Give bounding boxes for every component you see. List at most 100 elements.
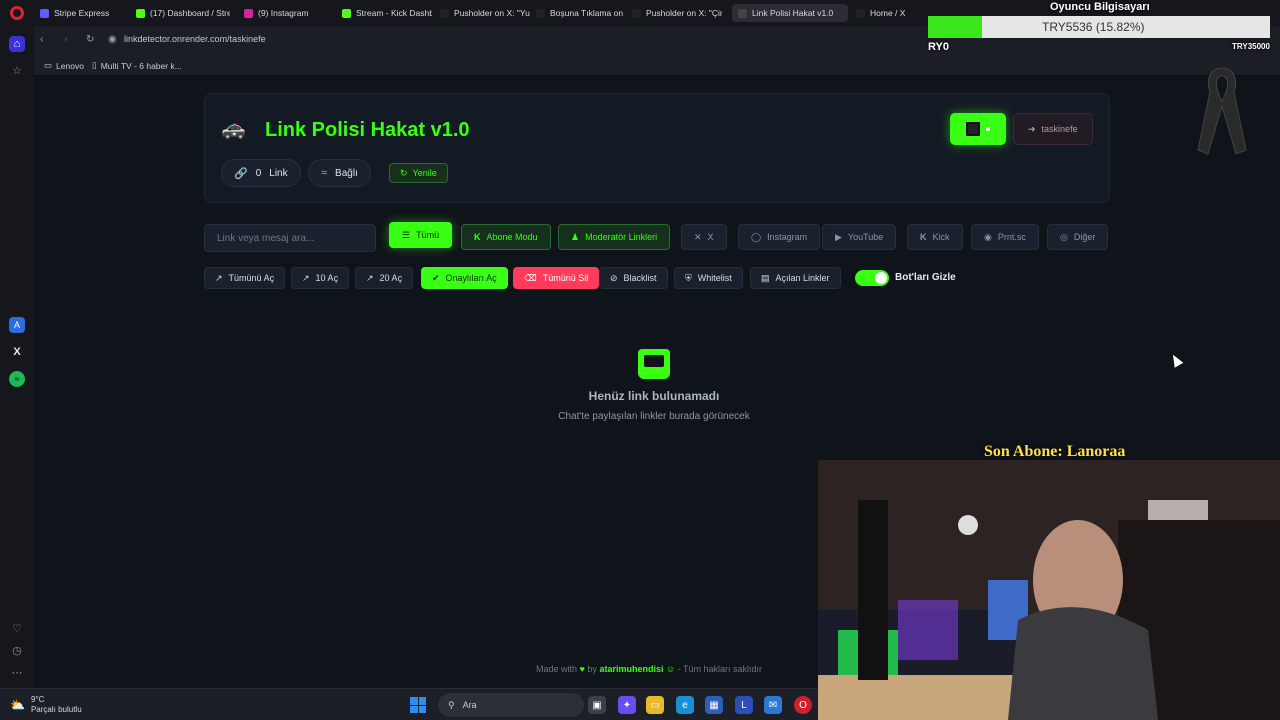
filter-instagram-button[interactable]: ◯ Instagram: [738, 224, 821, 250]
open-approved-button[interactable]: ✔ Onaylıları Aç: [421, 267, 508, 289]
forward-icon[interactable]: ›: [64, 34, 67, 45]
hide-bots-label: Bot'ları Gizle: [895, 272, 956, 283]
tab-label: Stream - Kick Dashbo: [356, 8, 432, 18]
opera-icon[interactable]: O: [794, 696, 812, 714]
bookmark-lenovo[interactable]: ▭ Lenovo: [44, 60, 84, 71]
weather-widget[interactable]: ⛅ 9°C Parçalı bulutlu: [10, 695, 82, 715]
tab-link-polisi[interactable]: Link Polisi Hakat v1.0: [732, 4, 848, 22]
action-label: Onaylıları Aç: [445, 273, 497, 283]
header-card: 🚓 Link Polisi Hakat v1.0 🔗 0 Link ≈ Bağl…: [204, 93, 1110, 203]
open-all-button[interactable]: ↗ Tümünü Aç: [204, 267, 286, 289]
instagram-icon: [244, 8, 253, 18]
open-20-button[interactable]: ↗ 20 Aç: [355, 267, 414, 289]
edge-icon[interactable]: e: [676, 696, 694, 714]
tab-x-bosuna[interactable]: Boşuna Tıklama on X: [530, 4, 626, 22]
store-icon[interactable]: ▦: [705, 696, 723, 714]
tab-instagram[interactable]: (9) Instagram: [238, 4, 334, 22]
wifi-icon: ≈: [321, 167, 328, 179]
tab-label: Pusholder on X: "Yun: [454, 8, 530, 18]
lock-icon: ◉: [108, 34, 117, 45]
bookmark-multi-tv[interactable]: ▯ Multi TV - 6 haber k...: [92, 60, 182, 71]
filter-all-button[interactable]: ☰ Tümü: [389, 222, 453, 248]
tab-x-pusholder-2[interactable]: Pusholder on X: "Çin: [626, 4, 722, 22]
hide-bots-toggle[interactable]: [855, 270, 889, 286]
windows-start-icon[interactable]: [410, 697, 426, 713]
open-10-button[interactable]: ↗ 10 Aç: [291, 267, 350, 289]
delete-all-button[interactable]: ⌫ Tümünü Sil: [513, 267, 600, 289]
camera-icon: ◉: [984, 231, 992, 242]
copilot-icon[interactable]: ✦: [618, 696, 636, 714]
app-title: Link Polisi Hakat v1.0: [265, 119, 470, 141]
logout-button[interactable]: ➜ taskinefe: [1013, 113, 1093, 145]
link-count-label: Link: [269, 167, 288, 179]
weather-desc: Parçalı bulutlu: [30, 705, 82, 714]
filter-label: Diğer: [1073, 232, 1096, 242]
link-count: 0: [255, 167, 262, 179]
heart-icon: ♥: [579, 664, 585, 674]
police-car-icon: 🚓: [221, 118, 246, 140]
whitelist-button[interactable]: ⛨ Whitelist: [674, 267, 743, 289]
donation-goal-label: Oyuncu Bilgisayarı: [1050, 1, 1150, 13]
check-circle-icon: ✔: [432, 272, 440, 283]
x-icon: [440, 8, 449, 18]
opened-links-button[interactable]: ▤ Açılan Linkler: [750, 267, 841, 289]
back-icon[interactable]: ‹: [40, 34, 43, 45]
bookmark-label: Lenovo: [56, 60, 84, 71]
tab-label: Home / X: [870, 8, 906, 18]
task-view-icon[interactable]: ▣: [588, 696, 606, 714]
search-icon: ⚲: [448, 699, 455, 710]
qr-button[interactable]: [950, 113, 1006, 145]
refresh-label: Yenile: [412, 168, 437, 178]
x-icon[interactable]: X: [9, 344, 25, 360]
home-icon[interactable]: ⌂: [9, 36, 25, 52]
spotify-icon[interactable]: ≈: [9, 371, 25, 387]
opera-logo-icon[interactable]: [10, 6, 24, 20]
filter-x-button[interactable]: ✕ X: [681, 224, 727, 250]
tab-home-x[interactable]: Home / X: [850, 4, 926, 22]
action-label: Tümünü Sil: [542, 273, 589, 283]
reload-icon[interactable]: ↻: [86, 34, 94, 45]
filter-kick-button[interactable]: K Kick: [907, 224, 963, 250]
history-icon[interactable]: ◷: [9, 642, 25, 658]
footer-author-link[interactable]: atarimuhendisi: [599, 664, 663, 674]
tab-x-pusholder[interactable]: Pusholder on X: "Yun: [434, 4, 530, 22]
tab-stripe[interactable]: Stripe Express: [34, 4, 130, 22]
kick-icon: K: [474, 232, 481, 242]
filter-youtube-button[interactable]: ▶ YouTube: [822, 224, 897, 250]
tab-dashboard[interactable]: (17) Dashboard / Stre: [130, 4, 230, 22]
filter-moderator-button[interactable]: ♟ Moderatör Linkleri: [558, 224, 671, 250]
more-icon[interactable]: ⋯: [9, 664, 25, 680]
heart-icon[interactable]: ♡: [9, 620, 25, 636]
blacklist-button[interactable]: ⊘ Blacklist: [599, 267, 668, 289]
last-subscriber-label: Son Abone: Lanoraa: [984, 443, 1126, 460]
file-explorer-icon[interactable]: ▭: [646, 696, 664, 714]
tab-label: Stripe Express: [54, 8, 110, 18]
filter-label: Tümü: [416, 230, 440, 240]
taskbar-search[interactable]: ⚲ Ara: [438, 693, 584, 717]
filter-label: Moderatör Linkleri: [585, 232, 658, 242]
x-icon: ✕: [694, 231, 702, 242]
tab-label: (17) Dashboard / Stre: [150, 8, 230, 18]
filter-other-button[interactable]: ◎ Diğer: [1047, 224, 1109, 250]
weather-temp: 9°C: [30, 695, 45, 704]
app-icon[interactable]: A: [9, 317, 25, 333]
donation-goal-max: TRY35000: [1232, 42, 1270, 51]
folder-icon: ▭: [44, 60, 53, 70]
refresh-button[interactable]: ↻ Yenile: [389, 163, 448, 183]
tab-label: Boşuna Tıklama on X: [550, 8, 626, 18]
tab-kick-dashboard[interactable]: Stream - Kick Dashbo: [336, 4, 432, 22]
url-field[interactable]: linkdetector.onrender.com/taskinefe: [124, 34, 266, 44]
lenovo-app-icon[interactable]: L: [735, 696, 753, 714]
outlook-icon[interactable]: ✉: [764, 696, 782, 714]
filter-subscriber-button[interactable]: K Abone Modu: [461, 224, 551, 250]
kick-icon: [136, 8, 145, 18]
link-icon: 🔗: [234, 167, 248, 180]
star-icon[interactable]: ☆: [9, 62, 25, 78]
tab-label: (9) Instagram: [258, 8, 309, 18]
x-icon: [632, 8, 641, 18]
list-icon: ▤: [761, 272, 770, 283]
search-input[interactable]: [204, 224, 376, 252]
filter-prntsc-button[interactable]: ◉ Prnt.sc: [971, 224, 1039, 250]
bookmark-label: Multi TV - 6 haber k...: [100, 60, 182, 71]
action-label: 20 Aç: [379, 273, 403, 283]
